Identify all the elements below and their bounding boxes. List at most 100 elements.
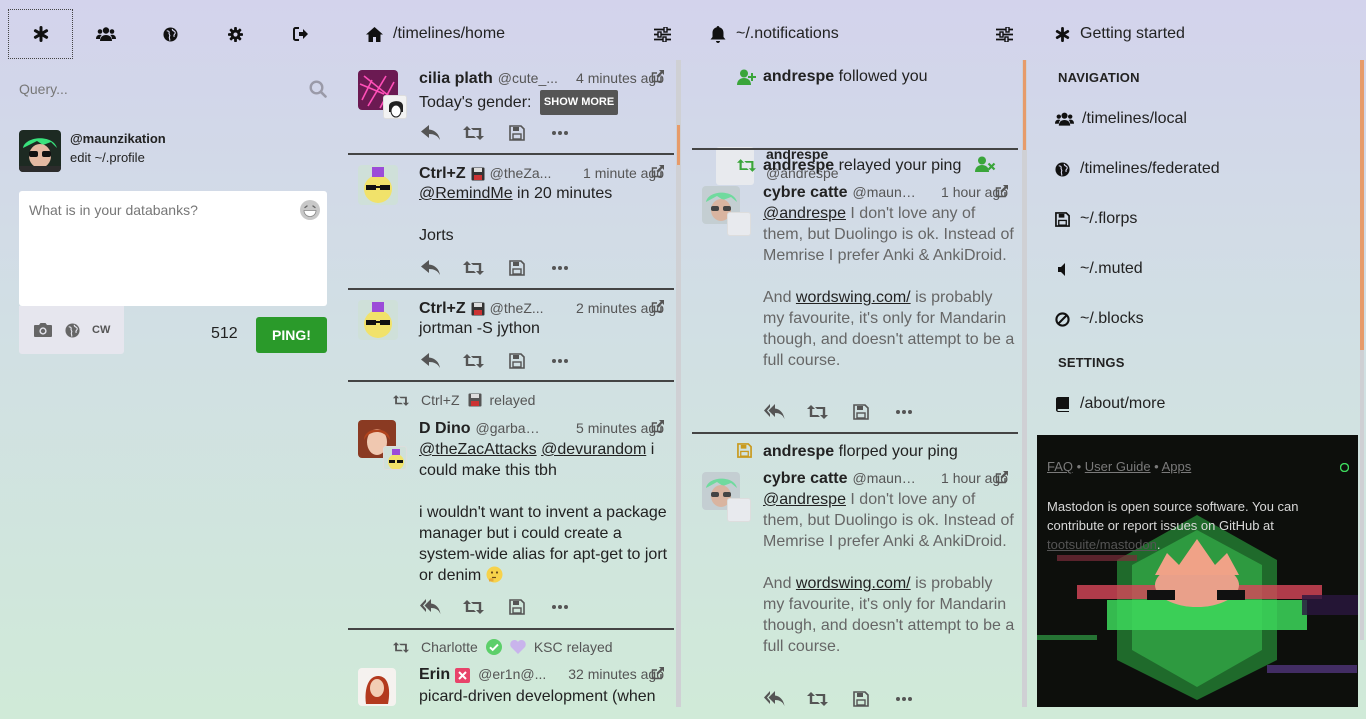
timestamp[interactable]: 32 minutes ago [568, 666, 664, 682]
emoji-picker-icon[interactable] [299, 199, 321, 221]
edit-profile-link[interactable]: edit ~/.profile [70, 150, 145, 165]
external-link-icon[interactable] [651, 300, 664, 313]
content-warning-button[interactable]: CW [92, 324, 110, 336]
avatar[interactable] [19, 130, 61, 172]
avatar[interactable] [358, 668, 396, 706]
reply-button[interactable] [420, 352, 441, 370]
notification-user[interactable]: andrespe [763, 443, 834, 460]
reply-all-button[interactable] [420, 598, 441, 616]
search-icon[interactable] [309, 80, 327, 98]
github-repo-link[interactable]: tootsuite/mastodon [1047, 537, 1157, 552]
florp-button[interactable] [506, 598, 527, 616]
link[interactable]: wordswing.com/ [796, 289, 911, 306]
relayer-name[interactable]: Ctrl+Z [421, 392, 460, 408]
notification-user[interactable]: andrespe [763, 68, 834, 85]
avatar-small[interactable] [727, 212, 751, 236]
external-link-icon[interactable] [651, 165, 664, 178]
notification-user[interactable]: andrespe [763, 157, 834, 174]
florp-button[interactable] [506, 352, 527, 370]
tab-logout[interactable] [268, 9, 333, 59]
scrollbar-thumb[interactable] [677, 125, 680, 165]
boost-button[interactable] [463, 598, 484, 616]
more-button[interactable] [893, 690, 914, 707]
link[interactable]: wordswing.com/ [796, 575, 911, 592]
display-name[interactable]: cybre catte [763, 184, 848, 202]
external-link-icon[interactable] [651, 420, 664, 433]
external-link-icon[interactable] [995, 185, 1008, 198]
boost-button[interactable] [807, 403, 828, 421]
relayer-name-2[interactable]: KSC [534, 639, 563, 655]
apps-link[interactable]: Apps [1162, 459, 1192, 474]
florp-button[interactable] [506, 124, 527, 142]
tab-local-timeline[interactable] [73, 9, 138, 59]
column-settings-icon[interactable] [996, 26, 1013, 42]
avatar-small[interactable] [383, 95, 407, 119]
more-button[interactable] [549, 598, 570, 616]
tab-getting-started[interactable] [8, 9, 74, 59]
reply-all-button[interactable] [764, 403, 785, 421]
ping-button[interactable]: PING! [256, 317, 327, 353]
scrollbar[interactable] [1022, 60, 1027, 707]
scrollbar-thumb[interactable] [1023, 60, 1026, 150]
column-header[interactable]: ~/.notifications [710, 22, 1013, 46]
display-name[interactable]: Erin [419, 666, 450, 684]
column-header[interactable]: /timelines/home [366, 22, 671, 46]
account-handle[interactable]: @er1n@... [478, 666, 546, 682]
avatar[interactable] [358, 165, 398, 205]
display-name[interactable]: cybre catte [763, 470, 848, 488]
user-guide-link[interactable]: User Guide [1085, 459, 1151, 474]
more-button[interactable] [549, 352, 570, 370]
account-handle[interactable]: @cute_... [498, 70, 558, 86]
nav-item-about[interactable]: /about/more [1055, 395, 1165, 413]
mention-link[interactable]: @RemindMe [419, 185, 513, 202]
mention-link[interactable]: @andrespe [763, 205, 846, 222]
more-button[interactable] [893, 403, 914, 421]
boost-button[interactable] [463, 259, 484, 277]
florp-button[interactable] [850, 403, 871, 421]
reply-button[interactable] [420, 259, 441, 277]
show-more-button[interactable]: SHOW MORE [539, 90, 619, 115]
florp-button[interactable] [850, 690, 871, 707]
more-button[interactable] [549, 124, 570, 142]
column-settings-icon[interactable] [654, 26, 671, 42]
tab-federated-timeline[interactable] [138, 9, 203, 59]
avatar[interactable] [358, 300, 398, 340]
reply-all-button[interactable] [764, 690, 785, 707]
display-name[interactable]: Ctrl+Z [419, 165, 466, 183]
boost-button[interactable] [807, 690, 828, 707]
display-name[interactable]: cilia plath [419, 70, 493, 88]
nav-item-blocks[interactable]: ~/.blocks [1055, 310, 1144, 328]
account-handle[interactable]: @maunzi... [853, 184, 923, 200]
more-button[interactable] [549, 259, 570, 277]
reply-button[interactable] [420, 124, 441, 142]
nav-item-federated[interactable]: /timelines/federated [1055, 160, 1220, 178]
boost-button[interactable] [463, 124, 484, 142]
faq-link[interactable]: FAQ [1047, 459, 1073, 474]
account-handle[interactable]: @garbado... [476, 420, 546, 436]
search-input[interactable] [19, 74, 329, 104]
display-name[interactable]: Ctrl+Z [419, 300, 466, 318]
camera-icon[interactable] [33, 322, 53, 338]
nav-item-muted[interactable]: ~/.muted [1055, 260, 1143, 278]
external-link-icon[interactable] [651, 667, 664, 680]
scrollbar-thumb[interactable] [1360, 60, 1364, 350]
compose-textarea[interactable] [19, 191, 327, 306]
globe-icon[interactable] [65, 322, 80, 338]
external-link-icon[interactable] [995, 471, 1008, 484]
mention-link[interactable]: @devurandom [541, 441, 646, 458]
relayer-name[interactable]: Charlotte [421, 639, 478, 655]
nav-item-local[interactable]: /timelines/local [1055, 110, 1187, 128]
nav-item-florps[interactable]: ~/.florps [1055, 210, 1137, 228]
boost-button[interactable] [463, 352, 484, 370]
account-handle[interactable]: @maunzi... [853, 470, 923, 486]
tab-preferences[interactable] [203, 9, 268, 59]
mention-link[interactable]: @andrespe [763, 491, 846, 508]
avatar-small[interactable] [383, 446, 407, 470]
display-name[interactable]: D Dino [419, 420, 471, 438]
external-link-icon[interactable] [651, 70, 664, 83]
account-handle[interactable]: @theZa... [490, 165, 552, 181]
mention-link[interactable]: @theZacAttacks [419, 441, 537, 458]
avatar-small[interactable] [727, 498, 751, 522]
florp-button[interactable] [506, 259, 527, 277]
account-handle[interactable]: @theZ... [490, 300, 544, 316]
